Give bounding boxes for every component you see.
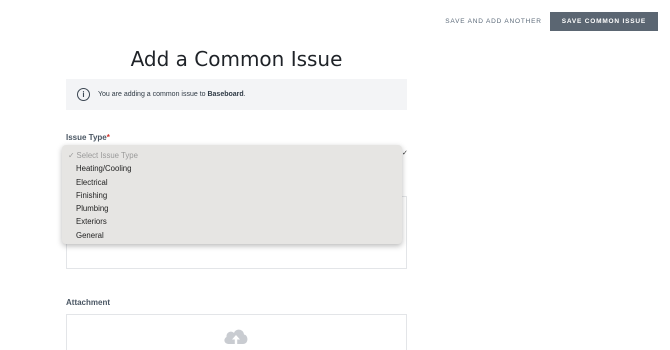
info-icon: i [77,88,90,101]
save-common-issue-button[interactable]: SAVE COMMON ISSUE [549,12,658,31]
info-text: You are adding a common issue to Baseboa… [98,91,246,98]
dropdown-option[interactable]: General [62,229,402,242]
info-banner: i You are adding a common issue to Baseb… [66,79,407,110]
dropdown-option[interactable]: Heating/Cooling [62,162,402,175]
chevron-down-icon[interactable]: ✓ [402,149,408,157]
check-icon: ✓ [68,151,75,160]
info-suffix: . [243,91,246,98]
dropdown-option[interactable]: Electrical [62,176,402,189]
dropdown-option[interactable]: Exteriors [62,215,402,228]
cloud-upload-icon[interactable] [222,326,250,346]
dropdown-option[interactable]: Plumbing [62,202,402,215]
required-marker: * [106,133,110,142]
info-target: Baseboard [207,91,244,98]
save-and-add-another-button[interactable]: SAVE AND ADD ANOTHER [441,12,545,31]
dropdown-option[interactable]: Finishing [62,189,402,202]
attachment-label: Attachment [66,298,111,307]
info-prefix: You are adding a common issue to [98,91,208,98]
issue-type-dropdown: ✓ Select Issue Type Heating/Cooling Elect… [62,145,402,244]
issue-type-label-text: Issue Type [66,133,107,142]
dropdown-placeholder-text: Select Issue Type [76,151,138,160]
issue-type-label: Issue Type* [66,133,110,142]
dropdown-option-placeholder[interactable]: ✓ Select Issue Type [62,149,402,162]
top-actions: SAVE AND ADD ANOTHER SAVE COMMON ISSUE [441,12,658,31]
page-title: Add a Common Issue [130,47,343,71]
